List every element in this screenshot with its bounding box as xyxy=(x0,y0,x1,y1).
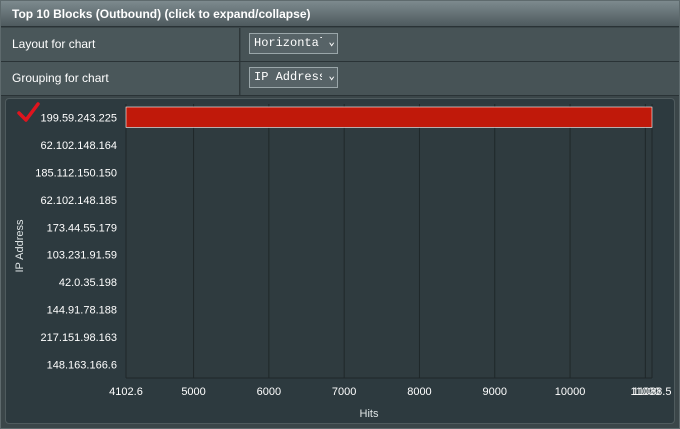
x-tick-label: 5000 xyxy=(181,386,205,398)
x-tick-label: 7000 xyxy=(332,386,356,398)
layout-label: Layout for chart xyxy=(1,28,240,61)
chart-container: 199.59.243.225 62.102.148.164 185.112.150.… xyxy=(5,98,675,424)
grouping-select[interactable]: IP Address ⌄ xyxy=(249,67,338,88)
check-icon xyxy=(17,102,40,122)
bar xyxy=(125,106,653,128)
grouping-select-value: IP Address xyxy=(254,70,322,84)
y-tick-label: 144.91.78.188 xyxy=(47,305,117,317)
grouping-label: Grouping for chart xyxy=(1,62,240,95)
y-tick-label: 42.0.35.198 xyxy=(59,277,117,289)
bar-chart: 199.59.243.225 62.102.148.164 185.112.150.… xyxy=(14,102,672,420)
layout-value-cell: Horizontal ⌄ xyxy=(241,28,679,61)
y-tick-label: 103.231.91.59 xyxy=(47,250,117,262)
layout-row: Layout for chart Horizontal ⌄ xyxy=(1,28,679,62)
y-tick-label: 62.102.148.164 xyxy=(41,140,117,152)
y-tick-label: 148.163.166.6 xyxy=(47,359,117,371)
x-tick-label: 6000 xyxy=(257,386,281,398)
y-tick-label: 62.102.148.185 xyxy=(41,195,117,207)
y-tick-label: 185.112.150.150 xyxy=(35,168,117,180)
grouping-value-cell: IP Address ⌄ xyxy=(241,62,679,95)
y-tick-label: 217.151.98.163 xyxy=(41,332,117,344)
y-tick-label: 199.59.243.225 xyxy=(41,113,117,125)
x-tick-label: 11088.5 xyxy=(633,386,672,398)
x-tick-label: 9000 xyxy=(483,386,507,398)
y-tick-label: 173.44.55.179 xyxy=(47,222,117,234)
grouping-row: Grouping for chart IP Address ⌄ xyxy=(1,62,679,96)
chevron-down-icon: ⌄ xyxy=(328,37,335,49)
layout-select-value: Horizontal xyxy=(254,36,322,50)
chevron-down-icon: ⌄ xyxy=(328,71,335,83)
x-tick-label: 4102.6 xyxy=(109,386,143,398)
y-axis-label: IP Address xyxy=(14,219,26,272)
x-axis-label: Hits xyxy=(360,408,379,420)
x-tick-label: 10000 xyxy=(555,386,586,398)
plot-area xyxy=(126,104,652,378)
x-tick-label: 8000 xyxy=(407,386,431,398)
panel-header-toggle[interactable]: Top 10 Blocks (Outbound) (click to expan… xyxy=(1,1,679,27)
top-blocks-panel: Top 10 Blocks (Outbound) (click to expan… xyxy=(0,0,680,429)
layout-select[interactable]: Horizontal ⌄ xyxy=(249,33,338,54)
